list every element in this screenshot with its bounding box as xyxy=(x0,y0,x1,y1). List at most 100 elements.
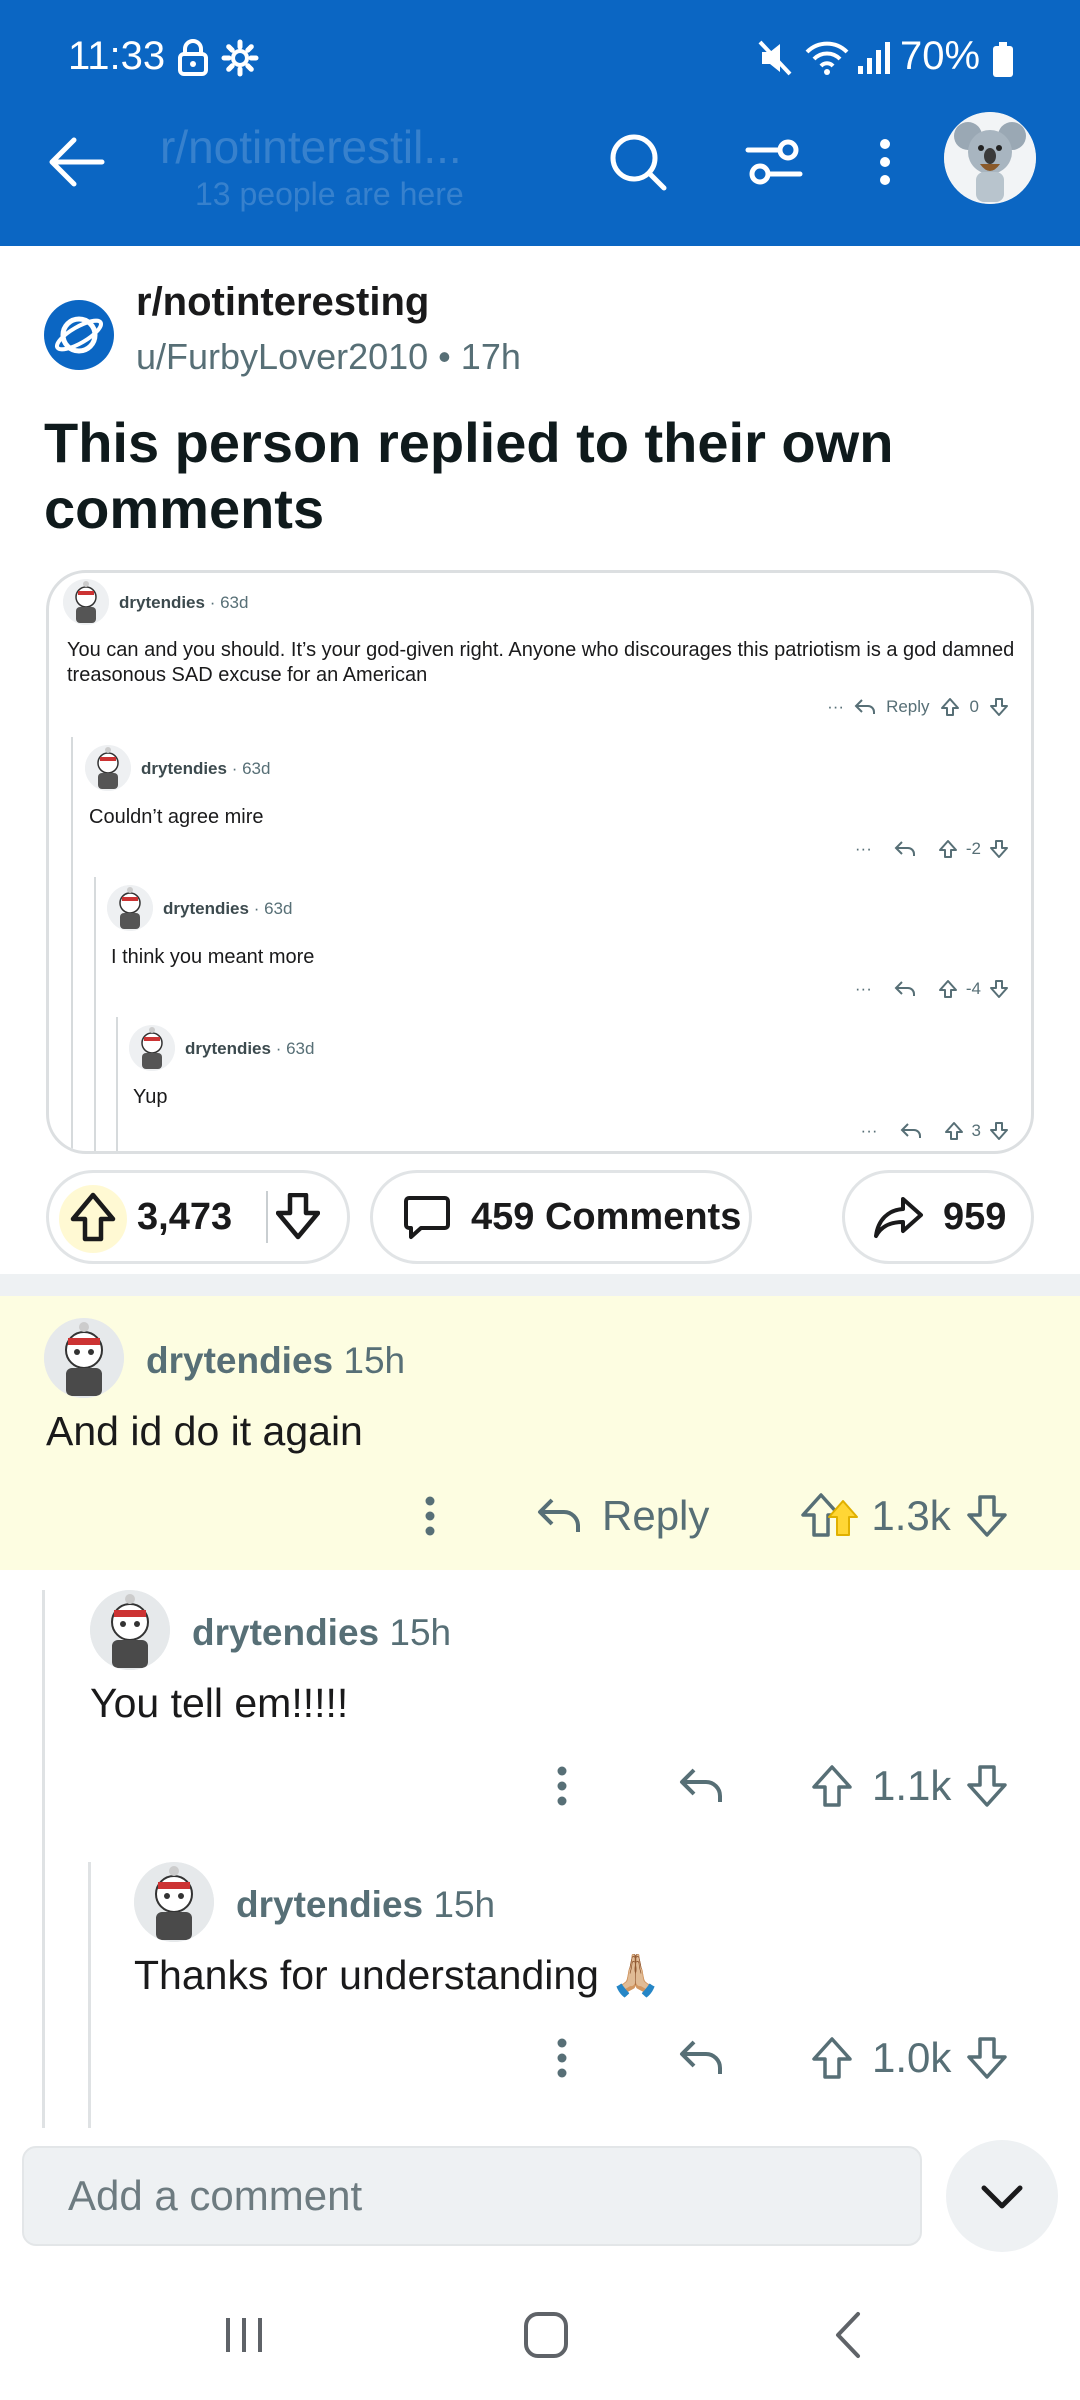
avatar xyxy=(107,885,153,931)
comment-username: drytendies · 63d xyxy=(185,1039,315,1058)
back-chevron-icon xyxy=(836,2312,860,2358)
status-bar: 11:33 70% xyxy=(0,0,1080,120)
reply-button[interactable]: Reply xyxy=(886,697,929,717)
downvote-icon xyxy=(276,1193,321,1240)
comment-text: Thanks for understanding 🙏🏼 xyxy=(134,1952,662,1998)
upvote-icon xyxy=(940,698,959,716)
reply-button[interactable]: Reply xyxy=(536,1492,709,1540)
reply-icon xyxy=(854,699,876,714)
subreddit-icon[interactable] xyxy=(44,300,114,370)
vote-score: 1.3k xyxy=(871,1492,951,1539)
collapse-button[interactable] xyxy=(946,2140,1058,2252)
downvote-icon xyxy=(990,840,1008,858)
post-author-line[interactable]: u/FurbyLover2010 • 17h xyxy=(136,336,521,378)
header-subtitle: 13 people are here xyxy=(195,176,464,212)
system-back-button[interactable] xyxy=(810,2300,890,2370)
post-vote-pill: 3,473 xyxy=(46,1170,350,1264)
vote-score: 1.1k xyxy=(872,1762,952,1809)
add-comment-input[interactable] xyxy=(24,2148,920,2244)
downvote-icon[interactable] xyxy=(965,1493,1009,1539)
more-options-button[interactable] xyxy=(870,130,900,194)
reply-icon xyxy=(900,1123,921,1138)
upvote-icon[interactable] xyxy=(810,2035,854,2081)
comment-bubble-icon xyxy=(404,1196,450,1239)
koala-avatar-icon xyxy=(944,112,1036,204)
share-button[interactable]: 959 xyxy=(842,1170,1034,1264)
home-button[interactable] xyxy=(506,2300,586,2370)
upvote-icon xyxy=(938,840,957,858)
divider xyxy=(0,1274,1080,1296)
comment-actions: Reply 1.3k xyxy=(420,1486,1009,1546)
upvote-icon xyxy=(938,980,957,998)
thread-line xyxy=(116,1017,118,1151)
lock-icon xyxy=(176,38,210,78)
comment-actions: ··· -4 xyxy=(855,979,1009,999)
comment-text: I think you meant more xyxy=(111,946,315,968)
comment-text: And id do it again xyxy=(46,1408,363,1454)
avatar[interactable] xyxy=(44,1318,124,1398)
vote-score: 0 xyxy=(969,697,979,716)
header-title: r/notinterestil... xyxy=(160,121,462,173)
more-vertical-icon[interactable] xyxy=(552,1761,572,1811)
signal-icon xyxy=(856,38,892,78)
downvote-icon xyxy=(990,1122,1008,1140)
subreddit-name[interactable]: r/notinteresting xyxy=(136,280,429,325)
vote-score: 3 xyxy=(971,1121,981,1140)
more-icon[interactable]: ··· xyxy=(827,697,844,717)
vote-controls: 1.3k xyxy=(799,1491,1008,1541)
more-vertical-icon[interactable] xyxy=(552,2033,572,2083)
user-avatar[interactable] xyxy=(944,112,1036,204)
comments-button[interactable]: 459 Comments xyxy=(370,1170,752,1264)
comment-actions: ··· -2 xyxy=(855,839,1009,859)
post-image[interactable]: drytendies · 63d You can and you should.… xyxy=(46,570,1034,1154)
comment-actions: 1.1k xyxy=(552,1756,1009,1816)
sort-filter-button[interactable] xyxy=(742,130,806,194)
recent-apps-button[interactable] xyxy=(204,2300,284,2370)
add-comment-field[interactable] xyxy=(22,2146,922,2246)
more-icon[interactable]: ··· xyxy=(855,839,872,859)
downvote-button[interactable] xyxy=(268,1173,328,1261)
battery-icon xyxy=(992,42,1014,78)
more-vertical-icon[interactable] xyxy=(420,1491,440,1541)
more-vertical-icon xyxy=(880,139,890,185)
search-button[interactable] xyxy=(606,130,670,194)
mute-icon xyxy=(756,38,794,78)
thread-line xyxy=(94,877,96,1151)
thread-line xyxy=(42,1590,45,2128)
settings-gear-icon xyxy=(220,38,260,78)
more-icon[interactable]: ··· xyxy=(861,1121,878,1141)
comment-text: Couldn’t agree mire xyxy=(89,806,264,828)
post-upvote-count: 3,473 xyxy=(137,1195,233,1238)
comment-username[interactable]: drytendies 15h xyxy=(236,1884,495,1926)
reply-icon[interactable] xyxy=(678,1766,724,1806)
avatar[interactable] xyxy=(90,1590,170,1670)
thread-line xyxy=(88,1862,91,2128)
upvote-button[interactable] xyxy=(49,1173,141,1261)
downvote-icon[interactable] xyxy=(965,1763,1009,1809)
post-title: This person replied to their own comment… xyxy=(44,411,894,540)
more-icon[interactable]: ··· xyxy=(855,979,872,999)
share-arrow-icon xyxy=(874,1197,923,1238)
search-icon xyxy=(610,134,667,191)
avatar[interactable] xyxy=(134,1862,214,1942)
comment-actions: 1.0k xyxy=(552,2028,1009,2088)
upvote-icon[interactable] xyxy=(810,1763,854,1809)
comment-username[interactable]: drytendies 15h xyxy=(192,1612,451,1654)
avatar xyxy=(85,745,131,791)
vote-score: -2 xyxy=(965,839,981,858)
wifi-icon xyxy=(804,38,850,78)
downvote-icon[interactable] xyxy=(965,2035,1009,2081)
planet-icon xyxy=(54,316,104,354)
comment-text: Yup xyxy=(133,1086,168,1108)
comment-username[interactable]: drytendies 15h xyxy=(146,1340,405,1382)
upvote-icon xyxy=(944,1122,963,1140)
comment-actions: ··· Reply 0 xyxy=(827,697,1009,717)
comment-actions: ··· 3 xyxy=(861,1121,1009,1141)
battery-percent: 70% xyxy=(900,34,981,78)
share-count: 959 xyxy=(943,1195,1007,1238)
recent-apps-icon xyxy=(226,2318,262,2352)
reply-icon xyxy=(894,981,915,996)
reply-icon[interactable] xyxy=(678,2038,724,2078)
back-button[interactable] xyxy=(44,130,108,194)
upvote-icon[interactable] xyxy=(799,1491,863,1541)
